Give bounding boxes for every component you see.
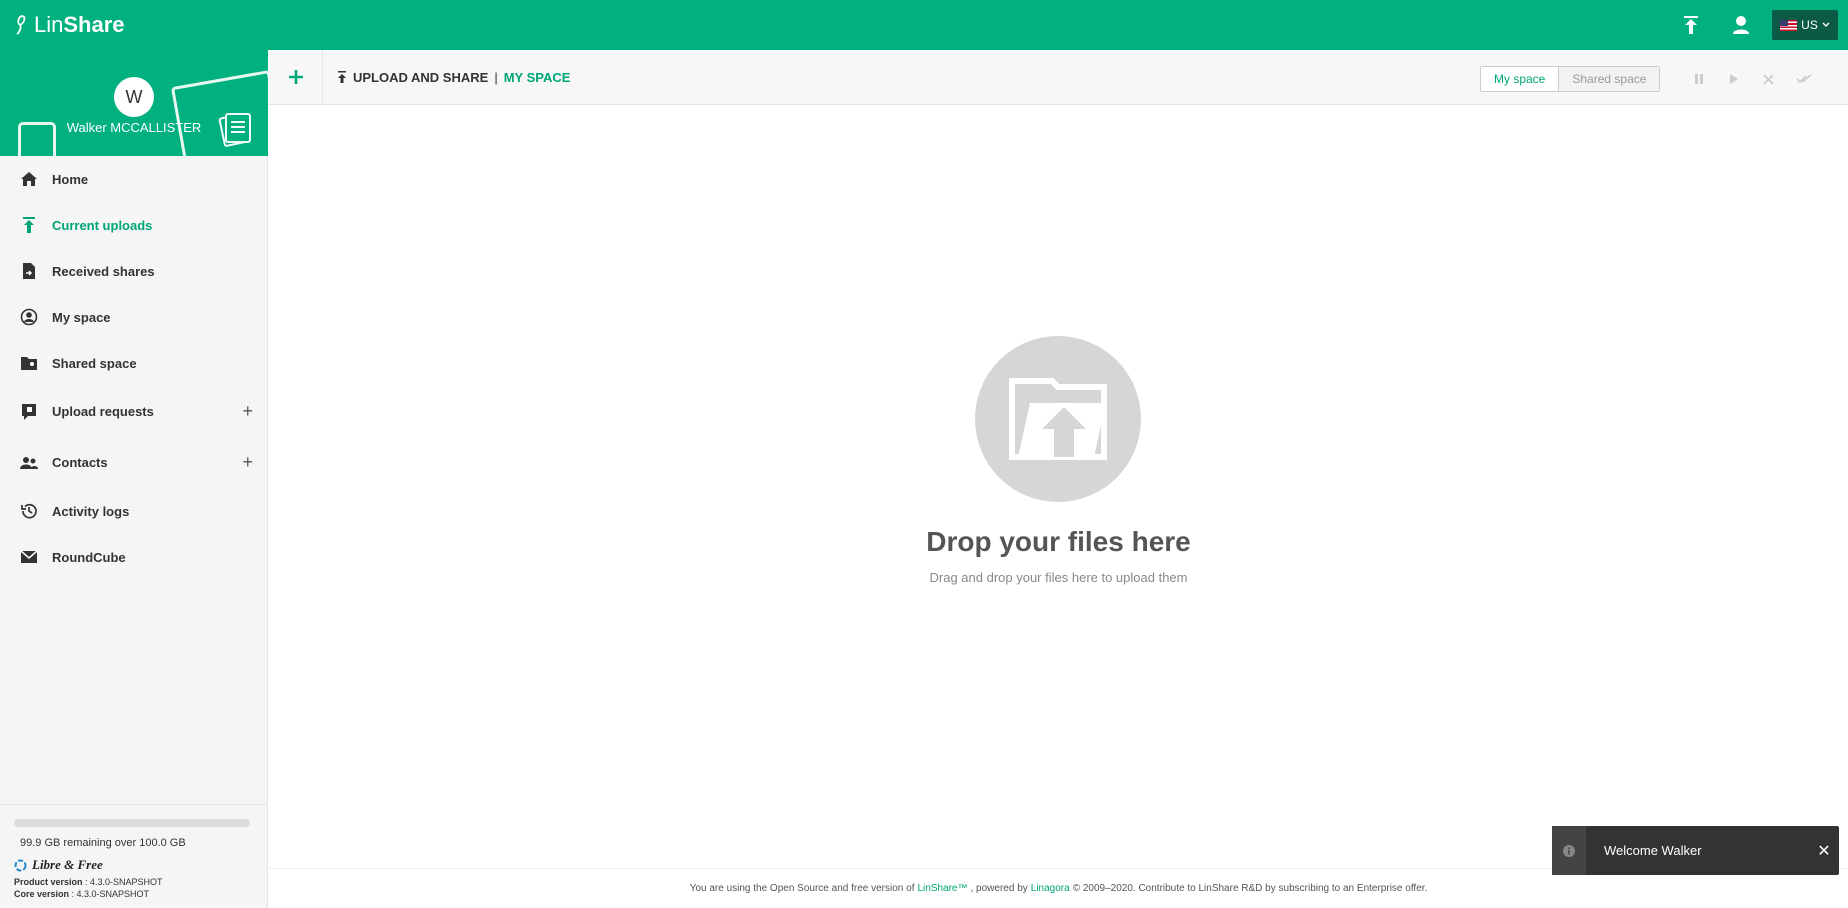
product-version-label: Product version (14, 877, 83, 887)
dropzone-title: Drop your files here (926, 526, 1191, 557)
sidebar-nav: Home Current uploads Received shares My … (0, 156, 267, 580)
sidebar-item-label: Activity logs (52, 503, 130, 519)
language-label: US (1801, 18, 1818, 32)
sidebar-item-label: Received shares (52, 263, 155, 279)
dropzone-subtitle: Drag and drop your files here to upload … (929, 570, 1188, 585)
sidebar-item-upload-requests[interactable]: Upload requests + (0, 386, 267, 437)
home-icon (20, 170, 38, 188)
product-version-value: : 4.3.0-SNAPSHOT (82, 877, 163, 887)
cancel-all-button[interactable] (1751, 67, 1786, 91)
top-bar: Lin Share US (0, 0, 1848, 50)
tab-my-space[interactable]: My space (1481, 67, 1560, 91)
breadcrumb-root[interactable]: UPLOAD AND SHARE (353, 70, 488, 85)
user-menu-button[interactable] (1716, 0, 1766, 50)
main-header: UPLOAD AND SHARE | MY SPACE My space Sha… (269, 49, 1848, 105)
sidebar-item-shared-space[interactable]: Shared space (0, 340, 267, 386)
contacts-icon (20, 454, 38, 472)
avatar[interactable]: W (114, 77, 154, 117)
user-circle-icon (20, 308, 38, 326)
footer-text-1: You are using the Open Source and free v… (689, 883, 915, 894)
sidebar-item-label: Home (52, 171, 89, 187)
sidebar-item-my-space[interactable]: My space (0, 294, 267, 340)
add-upload-request-button[interactable]: + (242, 401, 253, 422)
linagora-link[interactable]: Linagora (1031, 883, 1070, 894)
toast-message: Welcome Walker (1604, 843, 1702, 858)
tab-shared-space[interactable]: Shared space (1559, 67, 1660, 91)
linshare-logo[interactable]: Lin Share (14, 12, 125, 38)
folder-upload-icon (1009, 378, 1107, 460)
sidebar-item-label: Upload requests (52, 404, 154, 419)
double-check-icon (1795, 74, 1812, 84)
sidebar-item-label: Shared space (52, 355, 137, 371)
upload-icon (20, 216, 38, 234)
play-icon (1729, 74, 1738, 84)
chevron-down-icon (1822, 22, 1830, 27)
pause-icon (1694, 74, 1703, 84)
libre-and-free-badge: Libre & Free (14, 857, 254, 873)
add-contact-button[interactable]: + (242, 452, 253, 473)
sidebar-item-label: Current uploads (52, 217, 153, 233)
pause-all-button[interactable] (1681, 67, 1716, 91)
upload-button[interactable] (1666, 0, 1716, 50)
us-flag-icon (1780, 19, 1798, 31)
linshare-logo-icon (16, 15, 26, 35)
welcome-toast: Welcome Walker ✕ (1552, 826, 1839, 875)
sidebar-item-current-uploads[interactable]: Current uploads (0, 202, 267, 248)
top-actions: US (1666, 0, 1848, 50)
user-name: Walker MCCALLISTER (66, 120, 202, 135)
footer-text-3: © 2009–2020. Contribute to LinShare R&D … (1072, 883, 1428, 894)
sidebar-item-label: My space (52, 309, 111, 325)
sidebar-item-roundcube[interactable]: RoundCube (0, 534, 267, 580)
sidebar-item-label: RoundCube (52, 549, 126, 565)
sidebar-item-home[interactable]: Home (0, 156, 267, 202)
mail-icon (20, 548, 38, 566)
core-version-value: : 4.3.0-SNAPSHOT (69, 889, 150, 899)
breadcrumb-separator: | (494, 69, 498, 85)
upload-icon (1684, 16, 1698, 34)
shared-folder-icon (20, 354, 38, 372)
core-version-label: Core version (14, 889, 70, 899)
upload-request-icon (20, 403, 38, 421)
upload-actions (1681, 67, 1821, 91)
add-button[interactable] (269, 49, 323, 105)
libre-logo-icon (14, 859, 27, 871)
plus-icon (288, 70, 303, 84)
history-icon (20, 502, 38, 520)
sidebar-item-contacts[interactable]: Contacts + (0, 437, 267, 488)
footer-text-2: , powered by (970, 883, 1028, 894)
product-version: Product version : 4.3.0-SNAPSHOT (14, 877, 254, 887)
logo-text-lin: Lin (34, 12, 64, 37)
upload-small-icon (338, 71, 346, 83)
received-shares-icon (20, 262, 38, 280)
info-icon (1552, 826, 1586, 875)
close-icon (1763, 73, 1774, 85)
sidebar-item-label: Contacts (52, 455, 108, 470)
breadcrumb: UPLOAD AND SHARE | MY SPACE (337, 70, 570, 85)
breadcrumb-current: MY SPACE (503, 69, 571, 85)
quota-text: 99.9 GB remaining over 100.0 GB (20, 837, 186, 849)
sidebar: W Walker MCCALLISTER Home Current upload… (0, 50, 268, 908)
space-toggle: My space Shared space (1480, 66, 1661, 92)
sidebar-item-activity-logs[interactable]: Activity logs (0, 488, 267, 534)
toast-close-button[interactable]: ✕ (1809, 841, 1839, 861)
core-version: Core version : 4.3.0-SNAPSHOT (14, 889, 254, 899)
sidebar-item-received-shares[interactable]: Received shares (0, 248, 267, 294)
logo-text-share: Share (63, 12, 125, 37)
clear-completed-button[interactable] (1786, 67, 1821, 91)
user-icon (1733, 16, 1749, 34)
user-profile-banner: W Walker MCCALLISTER (0, 50, 268, 156)
dropzone-circle[interactable] (975, 336, 1141, 502)
resume-all-button[interactable] (1716, 67, 1751, 91)
quota-progress-bar (14, 819, 250, 827)
libre-label: Libre & Free (32, 857, 103, 872)
linshare-link[interactable]: LinShare™ (917, 883, 967, 894)
storage-quota: 99.9 GB remaining over 100.0 GB Libre & … (0, 804, 268, 908)
language-selector[interactable]: US (1772, 10, 1838, 40)
